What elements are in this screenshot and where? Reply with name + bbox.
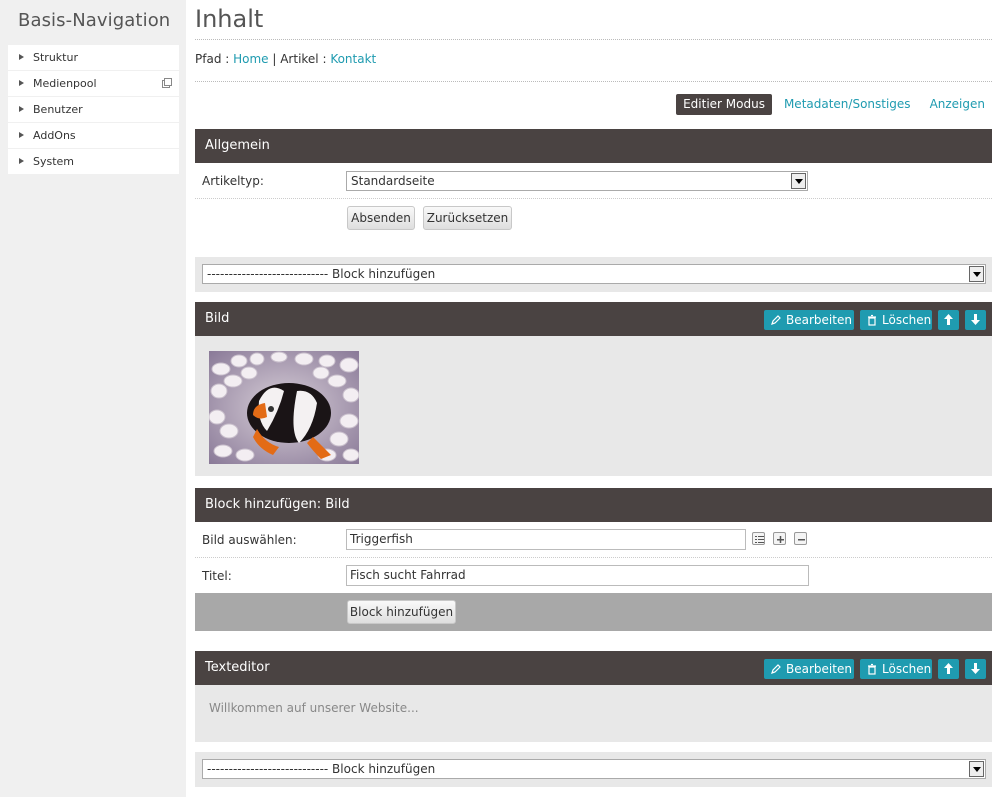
triangle-right-icon [19, 80, 24, 86]
bild-edit-button[interactable]: Bearbeiten [764, 310, 854, 330]
chevron-down-icon [969, 761, 984, 777]
allgemein-panel-body: Artikeltyp: Standardseite Absenden Zurüc… [195, 163, 992, 237]
add-block-select[interactable]: ---------------------------- Block hinzu… [202, 759, 986, 779]
sidebar-item-label: Benutzer [33, 103, 83, 116]
pencil-icon [770, 663, 782, 675]
zuruecksetzen-button[interactable]: Zurücksetzen [423, 206, 512, 230]
bild-auswaehlen-label: Bild auswählen: [202, 533, 297, 547]
trash-icon [866, 663, 878, 675]
allgemein-panel-title: Allgemein [205, 138, 270, 153]
sidebar-item-label: AddOns [33, 129, 76, 142]
add-block-bar: ---------------------------- Block hinzu… [195, 752, 992, 787]
tab-metadaten[interactable]: Metadaten/Sonstiges [776, 94, 918, 115]
artikeltyp-label: Artikeltyp: [202, 174, 264, 188]
bild-delete-label: Löschen [882, 313, 932, 327]
add-block-form-body: Bild auswählen: Triggerfish Titel: Fisch… [195, 522, 992, 593]
triangle-right-icon [19, 106, 24, 112]
pencil-icon [770, 314, 782, 326]
chevron-down-icon [791, 173, 806, 189]
divider [195, 198, 992, 199]
breadcrumb-current-link[interactable]: Kontakt [330, 52, 376, 66]
artikeltyp-select[interactable]: Standardseite [346, 171, 808, 191]
triangle-right-icon [19, 158, 24, 164]
add-block-select-value: ---------------------------- Block hinzu… [207, 267, 436, 281]
trash-icon [866, 314, 878, 326]
breadcrumb-prefix: Pfad : [195, 52, 234, 66]
sidebar-item-label: System [33, 155, 75, 168]
bild-edit-label: Bearbeiten [786, 313, 852, 327]
breadcrumb: Pfad : Home | Artikel : Kontakt [195, 52, 376, 66]
popup-window-icon[interactable] [162, 78, 172, 88]
plus-icon[interactable] [773, 532, 786, 545]
texteditor-move-up-button[interactable] [938, 659, 959, 679]
sidebar: Basis-Navigation Struktur Medienpool Ben… [0, 0, 186, 797]
add-block-bar: ---------------------------- Block hinzu… [195, 257, 992, 292]
sidebar-item-system[interactable]: System [8, 149, 179, 174]
sidebar-title: Basis-Navigation [18, 10, 171, 31]
list-icon[interactable] [752, 532, 765, 545]
triangle-right-icon [19, 132, 24, 138]
add-block-form-footer: Block hinzufügen [195, 593, 992, 631]
tab-anzeigen[interactable]: Anzeigen [922, 94, 992, 115]
sidebar-item-addons[interactable]: AddOns [8, 123, 179, 148]
texteditor-block-body: Willkommen auf unserer Website... [195, 685, 992, 742]
absenden-button[interactable]: Absenden [347, 206, 415, 230]
texteditor-move-down-button[interactable] [965, 659, 986, 679]
texteditor-block-title: Texteditor [205, 660, 270, 675]
titel-label: Titel: [202, 569, 232, 583]
sidebar-item-struktur[interactable]: Struktur [8, 45, 179, 70]
bild-auswaehlen-value: Triggerfish [350, 532, 413, 546]
sidebar-item-label: Medienpool [33, 77, 97, 90]
allgemein-panel-header: Allgemein [195, 129, 992, 163]
texteditor-content: Willkommen auf unserer Website... [209, 701, 419, 715]
add-block-form-header: Block hinzufügen: Bild [195, 488, 992, 522]
sidebar-nav: Struktur Medienpool Benutzer AddOns Syst… [8, 45, 179, 175]
breadcrumb-separator: | Artikel : [268, 52, 331, 66]
arrow-up-icon [944, 314, 953, 325]
divider [195, 39, 992, 40]
sidebar-item-label: Struktur [33, 51, 78, 64]
bild-block-title: Bild [205, 311, 230, 326]
texteditor-edit-label: Bearbeiten [786, 662, 852, 676]
arrow-down-icon [971, 314, 980, 325]
page-title: Inhalt [195, 5, 264, 33]
texteditor-delete-label: Löschen [882, 662, 932, 676]
titel-value: Fisch sucht Fahrrad [350, 568, 466, 582]
add-block-select[interactable]: ---------------------------- Block hinzu… [202, 264, 986, 284]
triangle-right-icon [19, 54, 24, 60]
bild-delete-button[interactable]: Löschen [860, 310, 932, 330]
add-block-form-title: Block hinzufügen: Bild [205, 497, 350, 512]
divider [195, 81, 992, 82]
sidebar-item-medienpool[interactable]: Medienpool [8, 71, 179, 96]
bild-move-up-button[interactable] [938, 310, 959, 330]
minus-icon[interactable] [794, 532, 807, 545]
clownfish-image [209, 351, 359, 464]
sidebar-item-benutzer[interactable]: Benutzer [8, 97, 179, 122]
block-hinzufuegen-button[interactable]: Block hinzufügen [347, 600, 456, 624]
artikeltyp-value: Standardseite [351, 174, 435, 188]
bild-block-body [195, 336, 992, 476]
bild-auswaehlen-input[interactable]: Triggerfish [346, 529, 746, 550]
add-block-select-value: ---------------------------- Block hinzu… [207, 762, 436, 776]
texteditor-edit-button[interactable]: Bearbeiten [764, 659, 854, 679]
texteditor-delete-button[interactable]: Löschen [860, 659, 932, 679]
arrow-down-icon [971, 663, 980, 674]
bild-move-down-button[interactable] [965, 310, 986, 330]
mode-tabs: Editier Modus Metadaten/Sonstiges Anzeig… [676, 94, 992, 115]
breadcrumb-home-link[interactable]: Home [233, 52, 268, 66]
tab-editier-modus[interactable]: Editier Modus [676, 94, 772, 115]
arrow-up-icon [944, 663, 953, 674]
divider [195, 557, 992, 558]
chevron-down-icon [969, 266, 984, 282]
titel-input[interactable]: Fisch sucht Fahrrad [346, 565, 809, 586]
